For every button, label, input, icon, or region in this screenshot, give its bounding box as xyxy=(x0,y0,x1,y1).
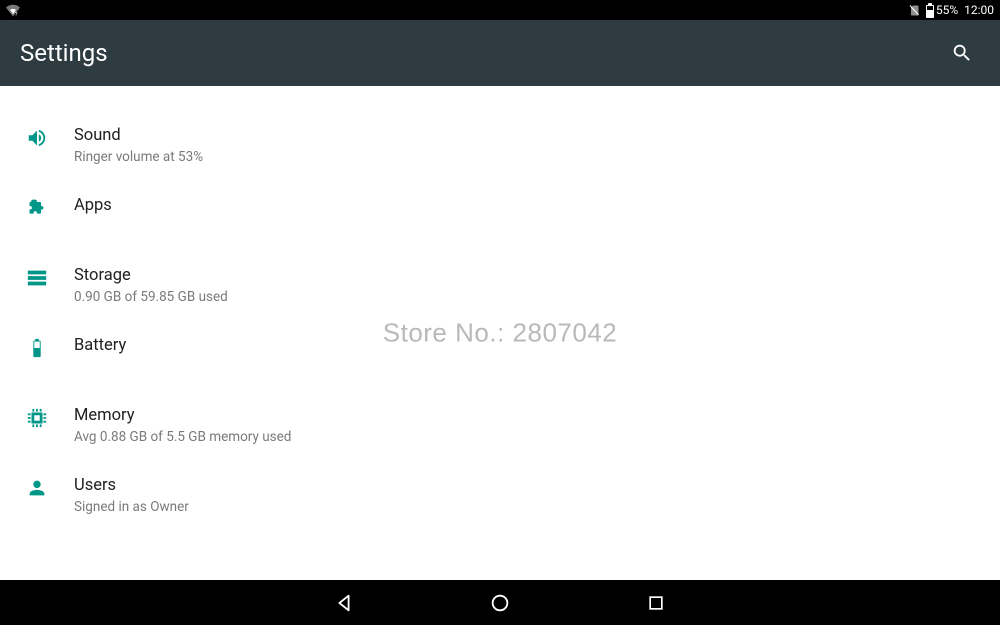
search-icon xyxy=(951,42,973,64)
settings-content: Store No.: 2807042 Sound Ringer volume a… xyxy=(0,86,1000,580)
settings-list: Sound Ringer volume at 53% Apps Storage … xyxy=(0,86,1000,524)
user-icon xyxy=(26,477,48,499)
app-bar: Settings xyxy=(0,20,1000,86)
row-subtitle: Avg 0.88 GB of 5.5 GB memory used xyxy=(74,429,1000,445)
svg-text:?: ? xyxy=(15,12,18,17)
storage-icon xyxy=(26,267,48,289)
row-title: Storage xyxy=(74,265,1000,287)
row-title: Battery xyxy=(74,335,1000,357)
page-title: Settings xyxy=(20,39,108,67)
status-bar: ? 55% 12:00 xyxy=(0,0,1000,20)
clock-text: 12:00 xyxy=(964,3,994,17)
row-subtitle: 0.90 GB of 59.85 GB used xyxy=(74,289,1000,305)
navigation-bar xyxy=(0,580,1000,625)
no-sim-icon xyxy=(908,3,920,17)
battery-indicator: 55% xyxy=(926,3,958,18)
battery-percent-text: 55% xyxy=(936,3,958,17)
memory-icon xyxy=(26,407,48,429)
wifi-unknown-icon: ? xyxy=(6,3,20,17)
row-title: Sound xyxy=(74,125,1000,147)
status-right: 55% 12:00 xyxy=(908,3,994,18)
apps-icon xyxy=(26,197,48,219)
recents-icon xyxy=(646,593,666,613)
nav-recents-button[interactable] xyxy=(643,590,669,616)
settings-row-memory[interactable]: Memory Avg 0.88 GB of 5.5 GB memory used xyxy=(0,396,1000,454)
row-title: Apps xyxy=(74,195,1000,217)
nav-home-button[interactable] xyxy=(487,590,513,616)
row-subtitle: Ringer volume at 53% xyxy=(74,149,1000,165)
sound-icon xyxy=(26,127,48,149)
status-left: ? xyxy=(6,3,20,17)
home-icon xyxy=(489,592,511,614)
row-title: Memory xyxy=(74,405,1000,427)
row-title: Users xyxy=(74,475,1000,497)
settings-row-battery[interactable]: Battery xyxy=(0,326,1000,384)
settings-row-sound[interactable]: Sound Ringer volume at 53% xyxy=(0,116,1000,174)
settings-row-storage[interactable]: Storage 0.90 GB of 59.85 GB used xyxy=(0,256,1000,314)
battery-icon xyxy=(26,337,48,359)
back-icon xyxy=(333,592,355,614)
nav-back-button[interactable] xyxy=(331,590,357,616)
row-subtitle: Signed in as Owner xyxy=(74,499,1000,515)
settings-row-users[interactable]: Users Signed in as Owner xyxy=(0,466,1000,524)
settings-row-apps[interactable]: Apps xyxy=(0,186,1000,244)
search-button[interactable] xyxy=(942,33,982,73)
